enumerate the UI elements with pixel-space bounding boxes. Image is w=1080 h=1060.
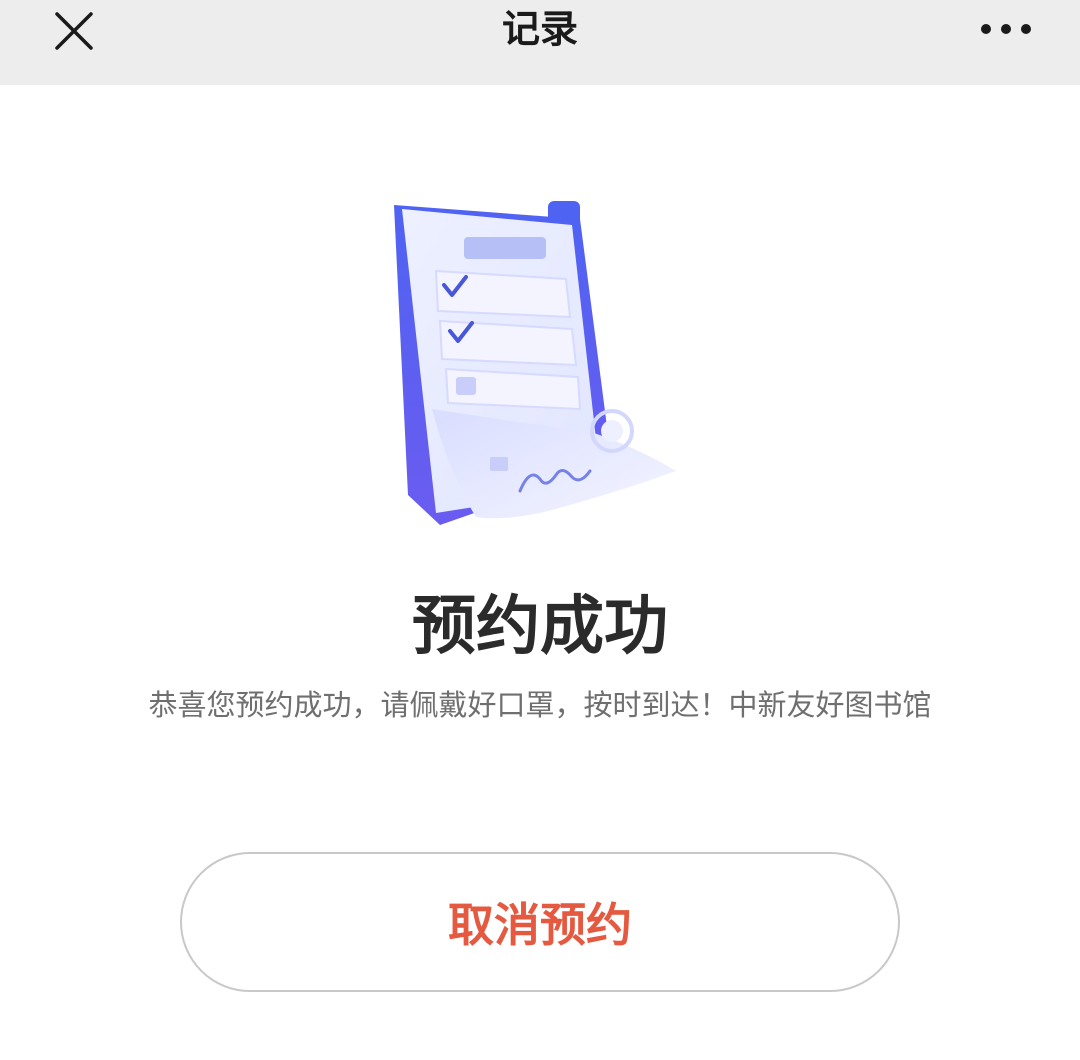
cancel-reservation-button[interactable]: 取消预约 [180, 852, 900, 992]
cancel-reservation-label: 取消预约 [448, 898, 632, 952]
close-button[interactable] [44, 0, 104, 60]
more-horizontal-icon [981, 24, 1031, 34]
more-button[interactable] [966, 0, 1046, 58]
success-title: 预约成功 [412, 590, 668, 664]
close-icon [55, 12, 93, 50]
signed-document-checklist-illustration [394, 201, 676, 525]
nav-bar: 记录 [0, 0, 1080, 85]
page-title: 记录 [501, 7, 578, 51]
success-illustration [380, 195, 700, 530]
success-description: 恭喜您预约成功，请佩戴好口罩，按时到达！中新友好图书馆 [148, 688, 932, 722]
